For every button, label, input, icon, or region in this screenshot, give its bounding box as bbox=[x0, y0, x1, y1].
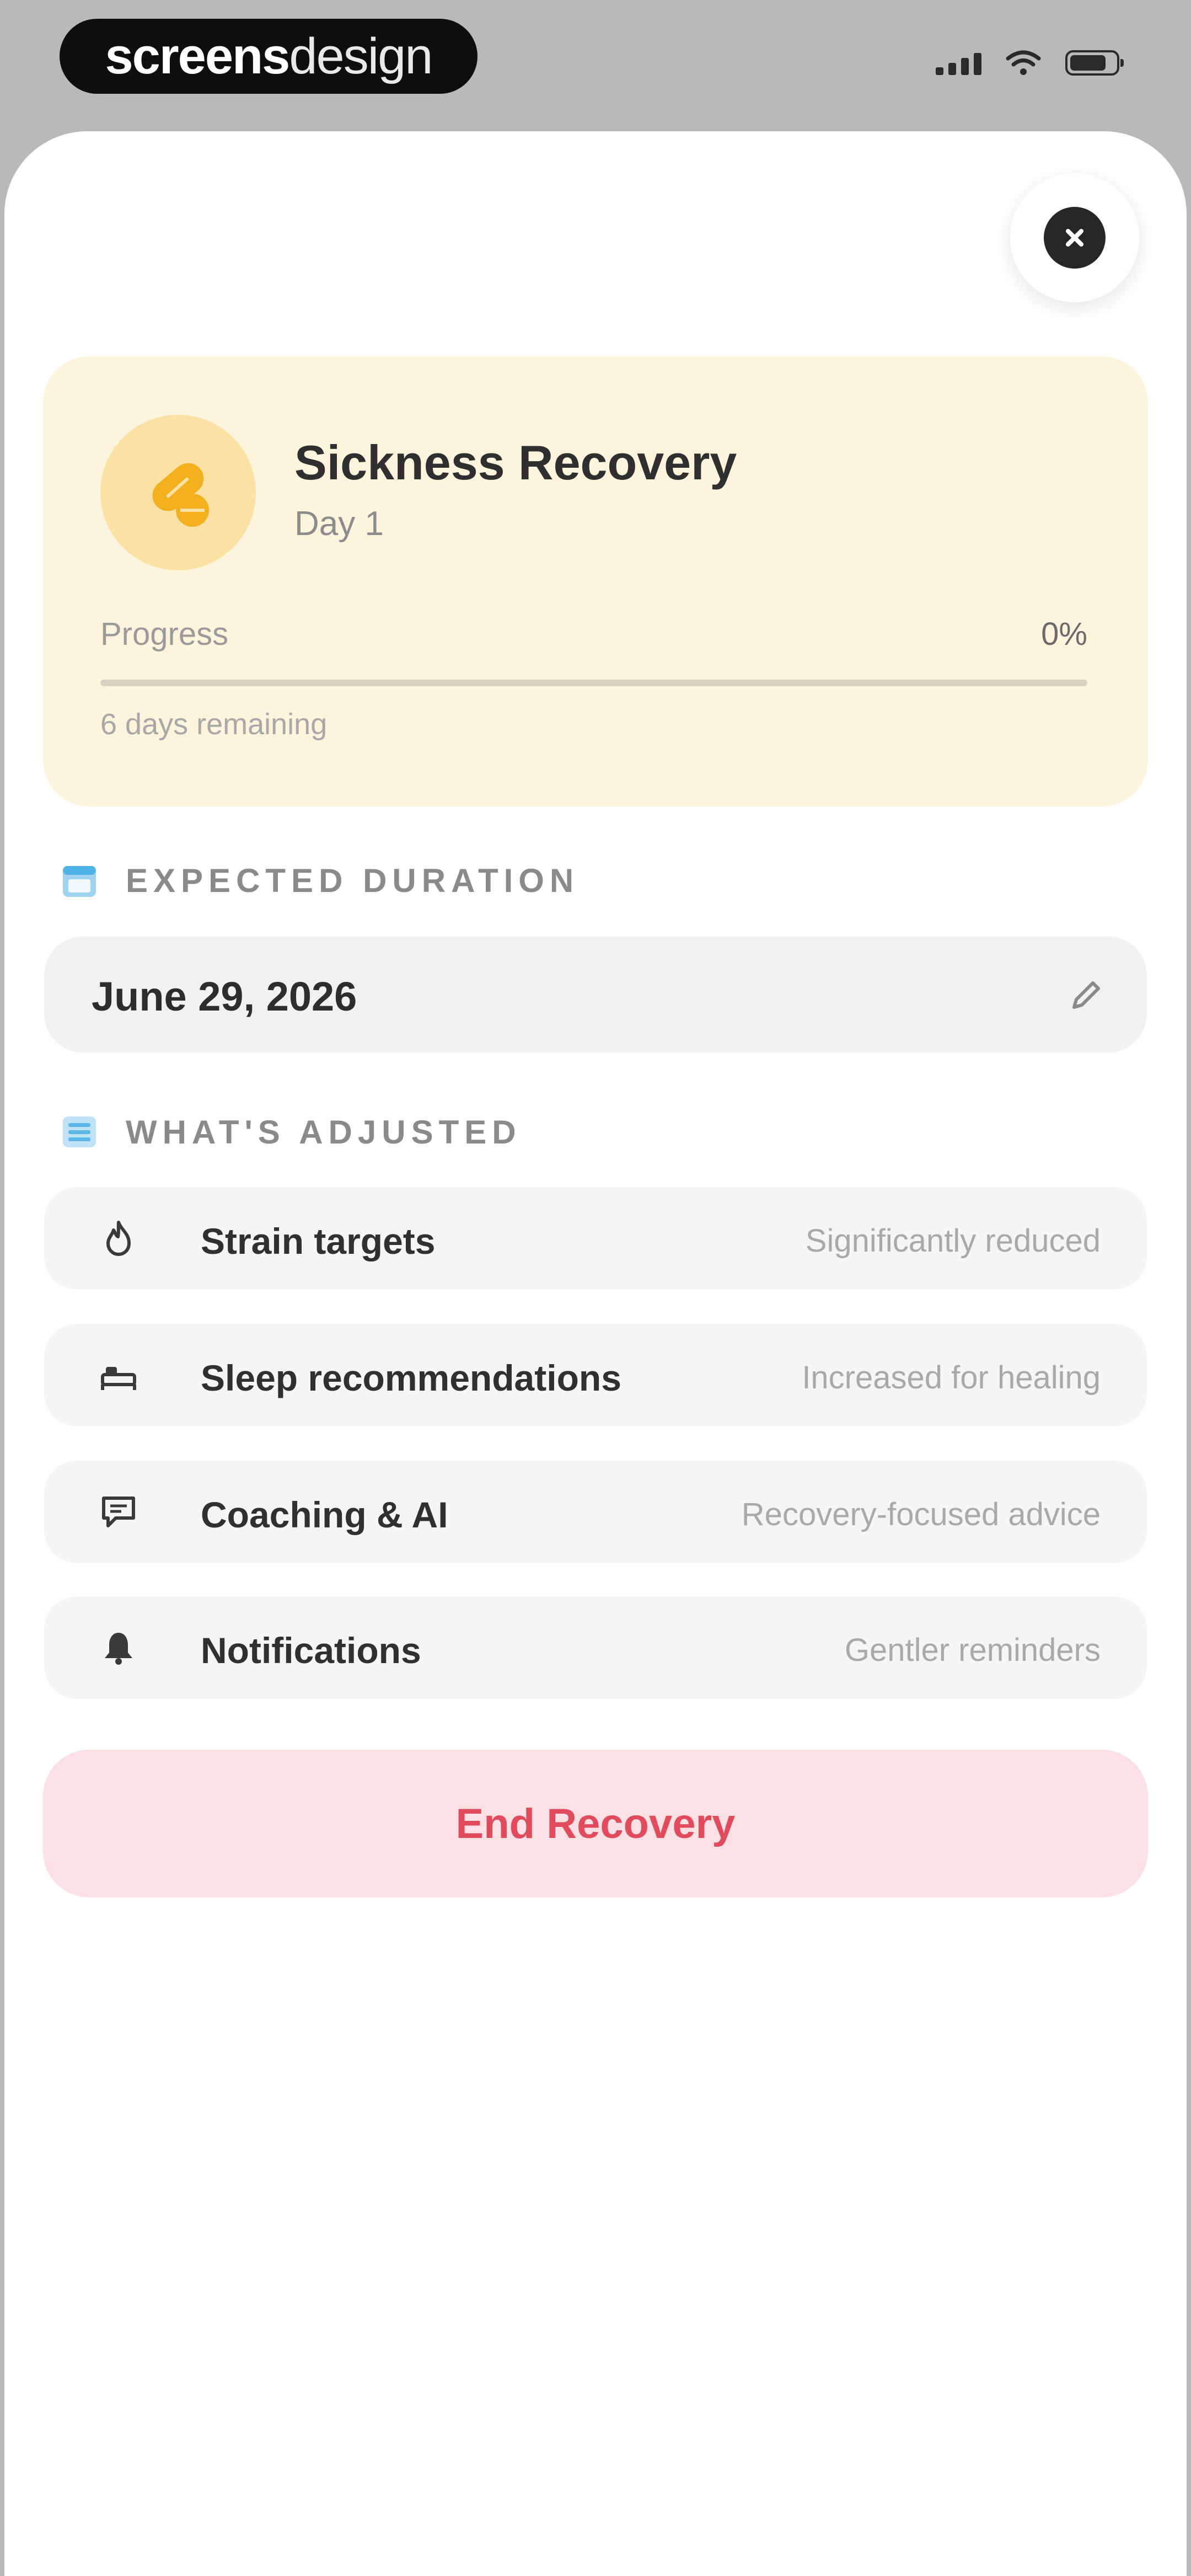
pencil-icon[interactable] bbox=[1066, 975, 1106, 1015]
days-remaining: 6 days remaining bbox=[100, 708, 328, 741]
chat-icon bbox=[102, 1497, 135, 1527]
adjustment-value: Recovery-focused advice bbox=[741, 1497, 1101, 1532]
status-icons bbox=[936, 50, 1124, 76]
adjustment-row-strain: Strain targets Significantly reduced bbox=[44, 1187, 1147, 1290]
battery-icon bbox=[1065, 50, 1124, 76]
list-icon bbox=[63, 1116, 96, 1147]
cellular-signal-icon bbox=[936, 51, 981, 75]
brand-logo-bold: screens bbox=[105, 28, 291, 84]
close-icon bbox=[1044, 207, 1106, 269]
status-bar: screens design bbox=[0, 0, 1191, 127]
adjustment-value: Gentler reminders bbox=[844, 1632, 1101, 1668]
brand-logo: screens design bbox=[60, 19, 478, 94]
brand-logo-light: design bbox=[289, 28, 433, 84]
adjustment-label: Sleep recommendations bbox=[201, 1358, 621, 1398]
expected-duration-date: June 29, 2026 bbox=[92, 974, 357, 1019]
wifi-icon bbox=[1006, 50, 1041, 75]
progress-label: Progress bbox=[100, 616, 229, 652]
bell-icon bbox=[105, 1633, 132, 1665]
recovery-title: Sickness Recovery bbox=[294, 435, 737, 490]
adjustment-value: Increased for healing bbox=[802, 1360, 1101, 1396]
adjustment-value: Significantly reduced bbox=[805, 1223, 1101, 1259]
whats-adjusted-label: WHAT'S ADJUSTED bbox=[126, 1113, 522, 1151]
adjustment-row-coaching: Coaching & AI Recovery-focused advice bbox=[44, 1461, 1147, 1563]
close-button[interactable] bbox=[1010, 173, 1139, 302]
end-recovery-button[interactable]: End Recovery bbox=[43, 1750, 1148, 1898]
adjustment-row-sleep: Sleep recommendations Increased for heal… bbox=[44, 1324, 1147, 1426]
calendar-icon bbox=[63, 866, 96, 897]
recovery-day: Day 1 bbox=[294, 505, 384, 543]
pills-icon bbox=[100, 415, 256, 570]
progress-value: 0% bbox=[1041, 616, 1087, 652]
progress-bar bbox=[100, 680, 1087, 686]
recovery-card: Sickness Recovery Day 1 Progress 0% 6 da… bbox=[43, 356, 1148, 806]
adjustment-label: Strain targets bbox=[201, 1221, 436, 1262]
expected-duration-label: EXPECTED DURATION bbox=[126, 862, 580, 899]
adjustment-label: Coaching & AI bbox=[201, 1494, 448, 1535]
flame-icon bbox=[106, 1221, 131, 1256]
expected-duration-header: EXPECTED DURATION bbox=[60, 861, 579, 900]
whats-adjusted-header: WHAT'S ADJUSTED bbox=[60, 1112, 522, 1152]
adjustment-row-notifications: Notifications Gentler reminders bbox=[44, 1596, 1147, 1699]
expected-duration-field[interactable]: June 29, 2026 bbox=[44, 937, 1147, 1052]
bed-icon bbox=[101, 1367, 136, 1390]
adjustment-label: Notifications bbox=[201, 1630, 421, 1671]
